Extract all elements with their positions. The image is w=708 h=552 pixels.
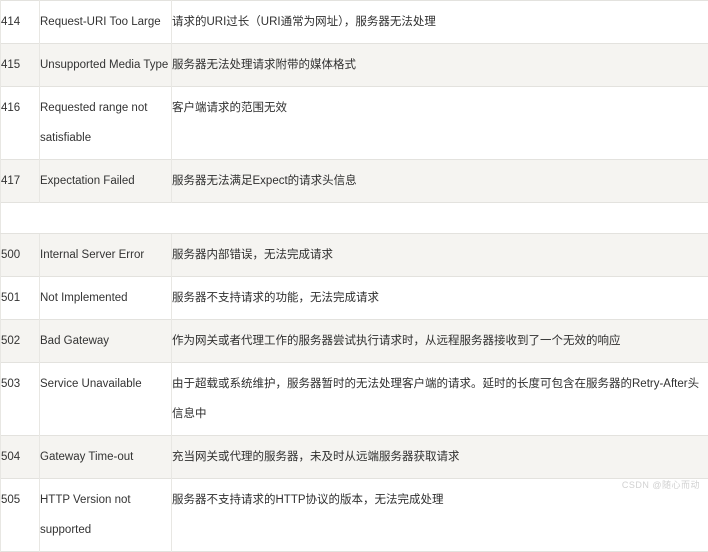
status-description-cell: 充当网关或代理的服务器，未及时从远端服务器获取请求: [172, 436, 708, 479]
status-description-cell: 作为网关或者代理工作的服务器尝试执行请求时，从远程服务器接收到了一个无效的响应: [172, 320, 708, 363]
status-description-cell: 服务器不支持请求的功能，无法完成请求: [172, 277, 708, 320]
table-row-spacer: [1, 203, 708, 234]
status-name-cell: Requested range not satisfiable: [40, 87, 172, 160]
table-body: 414Request-URI Too Large请求的URI过长（URI通常为网…: [1, 1, 708, 552]
table-row: 416Requested range not satisfiable客户端请求的…: [1, 87, 708, 160]
table-row: 414Request-URI Too Large请求的URI过长（URI通常为网…: [1, 1, 708, 44]
status-description-cell: 服务器无法满足Expect的请求头信息: [172, 160, 708, 203]
status-name-cell: Unsupported Media Type: [40, 44, 172, 87]
status-description-cell: 客户端请求的范围无效: [172, 87, 708, 160]
status-code-cell: 417: [1, 160, 40, 203]
status-description-cell: 服务器内部错误，无法完成请求: [172, 234, 708, 277]
status-description-cell: 服务器不支持请求的HTTP协议的版本，无法完成处理: [172, 479, 708, 552]
status-code-cell: 415: [1, 44, 40, 87]
status-name-cell: Not Implemented: [40, 277, 172, 320]
table-row: 502Bad Gateway作为网关或者代理工作的服务器尝试执行请求时，从远程服…: [1, 320, 708, 363]
status-name-cell: Internal Server Error: [40, 234, 172, 277]
status-name-cell: Bad Gateway: [40, 320, 172, 363]
table-row: 503Service Unavailable由于超载或系统维护，服务器暂时的无法…: [1, 363, 708, 436]
status-code-cell: 505: [1, 479, 40, 552]
table-row: 500Internal Server Error服务器内部错误，无法完成请求: [1, 234, 708, 277]
table-row: 505HTTP Version not supported服务器不支持请求的HT…: [1, 479, 708, 552]
status-name-cell: Gateway Time-out: [40, 436, 172, 479]
status-code-cell: 416: [1, 87, 40, 160]
status-name-cell: Service Unavailable: [40, 363, 172, 436]
table-row: 501Not Implemented服务器不支持请求的功能，无法完成请求: [1, 277, 708, 320]
http-status-code-table: 414Request-URI Too Large请求的URI过长（URI通常为网…: [0, 0, 708, 552]
table-row: 417Expectation Failed服务器无法满足Expect的请求头信息: [1, 160, 708, 203]
status-code-cell: 503: [1, 363, 40, 436]
spacer-cell: [1, 203, 708, 234]
status-name-cell: Expectation Failed: [40, 160, 172, 203]
table-row: 504Gateway Time-out充当网关或代理的服务器，未及时从远端服务器…: [1, 436, 708, 479]
status-code-cell: 414: [1, 1, 40, 44]
status-code-cell: 500: [1, 234, 40, 277]
status-name-cell: Request-URI Too Large: [40, 1, 172, 44]
status-code-cell: 502: [1, 320, 40, 363]
status-description-cell: 由于超载或系统维护，服务器暂时的无法处理客户端的请求。延时的长度可包含在服务器的…: [172, 363, 708, 436]
status-name-cell: HTTP Version not supported: [40, 479, 172, 552]
status-code-cell: 501: [1, 277, 40, 320]
status-description-cell: 服务器无法处理请求附带的媒体格式: [172, 44, 708, 87]
table-row: 415Unsupported Media Type服务器无法处理请求附带的媒体格…: [1, 44, 708, 87]
status-code-cell: 504: [1, 436, 40, 479]
status-description-cell: 请求的URI过长（URI通常为网址），服务器无法处理: [172, 1, 708, 44]
